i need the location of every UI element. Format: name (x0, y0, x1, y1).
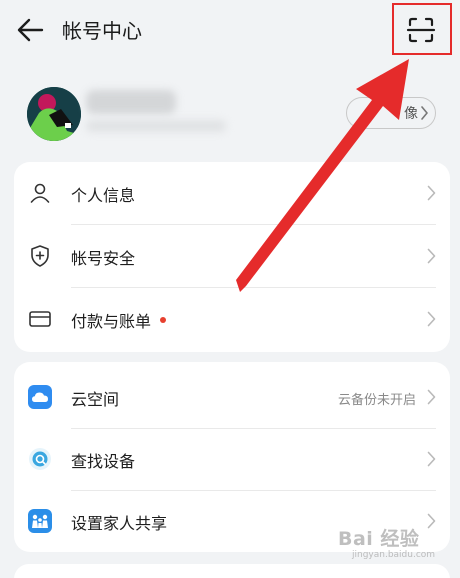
settings-item-label: 查找设备 (71, 452, 136, 471)
top-bar: 帐号中心 (0, 0, 460, 62)
cloud-backup-status: 云备份未开启 (337, 393, 416, 408)
chevron-right-icon (421, 106, 428, 120)
avatar[interactable] (27, 87, 81, 141)
profile-section[interactable]: 像 (0, 72, 460, 158)
chevron-right-icon (427, 451, 436, 467)
settings-item-label: 云空间 (71, 390, 120, 409)
avatar-image (27, 87, 81, 141)
annotation-highlight-box (392, 3, 452, 55)
back-button[interactable] (14, 16, 46, 44)
watermark-logo: Bai 经验 (338, 528, 420, 550)
shield-plus-icon (31, 245, 49, 267)
settings-item-label: 个人信息 (71, 186, 136, 205)
settings-item-personal-info[interactable]: 个人信息 (14, 162, 450, 224)
person-icon (30, 183, 50, 203)
settings-item-cloud-space[interactable]: 云空间 云备份未开启 (14, 366, 450, 428)
settings-item-label: 帐号安全 (71, 249, 136, 268)
settings-item-account-security[interactable]: 帐号安全 (14, 225, 450, 287)
family-share-icon (28, 509, 52, 533)
user-id (86, 120, 226, 132)
chevron-right-icon (427, 185, 436, 201)
chevron-right-icon (427, 248, 436, 264)
more-settings-card (14, 564, 450, 578)
arrow-left-icon (17, 18, 44, 42)
page-title: 帐号中心 (62, 19, 142, 43)
find-device-icon (29, 448, 51, 470)
chevron-right-icon (427, 389, 436, 405)
settings-item-payment-billing[interactable]: 付款与账单 (14, 288, 450, 350)
settings-item-label: 设置家人共享 (71, 514, 168, 533)
chevron-right-icon (427, 311, 436, 327)
account-settings-card: 个人信息 帐号安全 付款与账单 (14, 162, 450, 352)
account-center-screen: 帐号中心 像 个人信息 帐号安全 付款与账单 云空间 云备份未开启 查找设备 设… (0, 0, 460, 578)
watermark: Bai 经验 jingyan.baidu.com (338, 524, 438, 564)
credit-card-icon (29, 311, 51, 327)
edit-profile-label: 像 (404, 106, 418, 122)
settings-item-find-device[interactable]: 查找设备 (14, 428, 450, 490)
notification-dot (160, 317, 166, 323)
cloud-icon (28, 385, 52, 409)
watermark-url: jingyan.baidu.com (352, 550, 436, 560)
edit-profile-button[interactable]: 像 (346, 97, 436, 129)
settings-item-label: 付款与账单 (71, 312, 152, 331)
user-name (86, 90, 176, 114)
